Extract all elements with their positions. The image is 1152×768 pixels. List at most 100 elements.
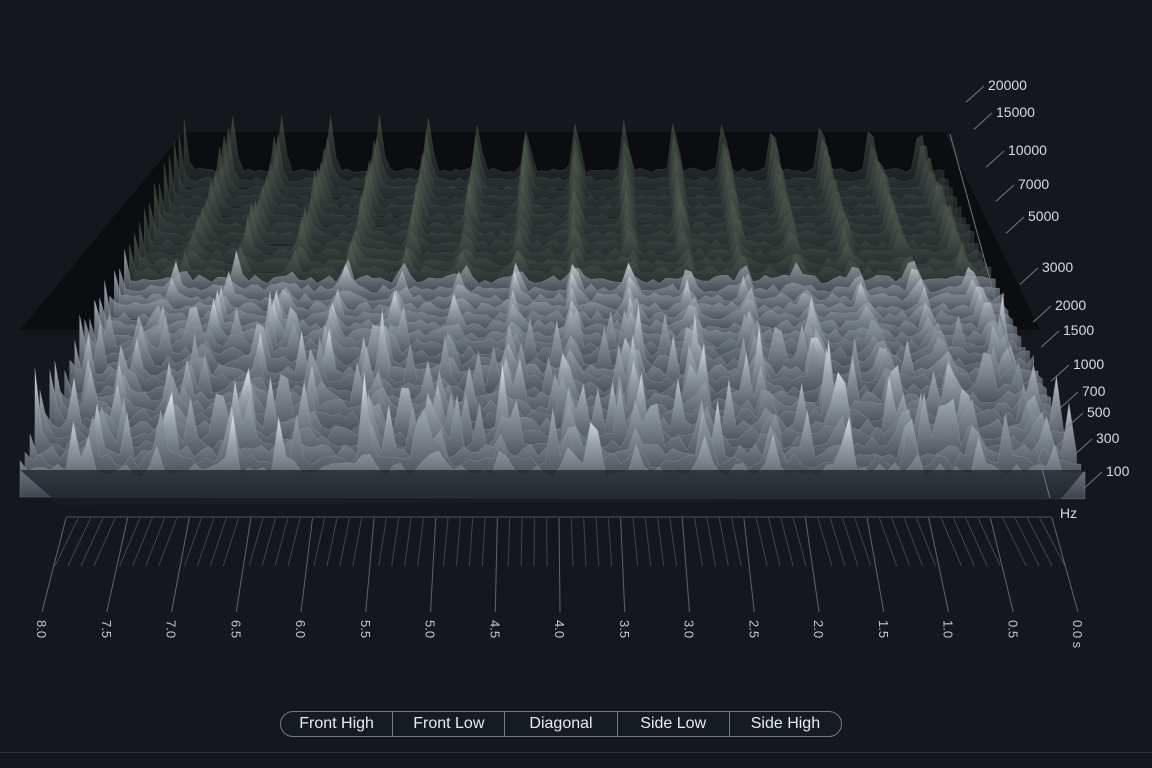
time-tick-label: 6.5 <box>228 620 243 638</box>
frequency-tick-label: 10000 <box>1008 142 1047 158</box>
time-axis-labels: 8.0 7.5 7.0 6.5 6.0 5.5 5.0 4.5 4.0 3.5 3.0 2.5 2.0 1… <box>34 620 1085 649</box>
time-grid-line <box>681 517 690 613</box>
time-grid-line <box>817 517 833 567</box>
time-grid-line <box>1026 517 1053 567</box>
time-tick-label: 0.5 <box>1005 620 1020 638</box>
time-grid-line <box>235 517 252 613</box>
time-grid-line <box>644 517 652 567</box>
frequency-tick-mark <box>995 184 1015 202</box>
time-grid-line <box>706 517 716 567</box>
side-high-button[interactable]: Side High <box>730 712 841 736</box>
time-grid-line <box>841 517 859 567</box>
frequency-tick-label: 5000 <box>1028 208 1059 224</box>
frequency-tick-label: 500 <box>1087 404 1111 420</box>
time-grid-line <box>669 517 678 567</box>
time-grid-line <box>80 517 104 567</box>
time-grid-line <box>287 517 301 567</box>
time-grid-line <box>657 517 665 567</box>
time-tick-label: 6.0 <box>293 620 308 638</box>
time-tick-label: 2.0 <box>811 620 826 638</box>
time-tick-label: 8.0 <box>34 620 49 638</box>
time-grid-line <box>93 517 116 567</box>
time-grid-line <box>1014 517 1040 567</box>
time-grid-line <box>965 517 988 567</box>
time-grid-line <box>977 517 1001 567</box>
frequency-tick-label: 1000 <box>1073 356 1104 372</box>
time-grid-line <box>755 517 768 567</box>
time-grid-line <box>792 517 807 567</box>
time-grid-line <box>481 517 486 567</box>
time-grid-line <box>494 517 498 613</box>
frequency-tick-mark <box>1032 305 1052 323</box>
frequency-tick-label: 2000 <box>1055 297 1086 313</box>
time-grid-line <box>694 517 703 567</box>
time-tick-label: 3.0 <box>682 620 697 638</box>
time-grid-line <box>743 517 755 613</box>
spectrogram-3d-view[interactable]: 20000 15000 10000 7000 5000 3000 2000 1500 1000 7… <box>0 0 1152 690</box>
surface-front-edge <box>20 470 1085 505</box>
time-grid-line <box>67 517 92 567</box>
spectrum-surface <box>19 115 1086 505</box>
time-grid-line <box>520 517 523 567</box>
time-grid-line <box>583 517 587 567</box>
time-grid-line <box>780 517 794 567</box>
time-tick-label: 2.5 <box>746 620 761 638</box>
time-grid <box>41 516 1079 613</box>
time-tick-label: 0.0 s <box>1070 620 1085 649</box>
time-grid-line <box>768 517 781 567</box>
time-tick-label: 7.0 <box>164 620 179 638</box>
time-grid-line <box>171 517 190 613</box>
time-grid-line <box>866 517 885 613</box>
time-grid-line <box>313 517 326 567</box>
view-mode-selector: Front High Front Low Diagonal Side Low S… <box>280 711 842 737</box>
bottom-divider <box>0 752 1152 753</box>
time-grid-line <box>718 517 729 567</box>
time-grid-line <box>300 517 313 613</box>
time-grid-line <box>455 517 461 567</box>
time-grid-line <box>183 517 203 567</box>
front-low-button[interactable]: Front Low <box>393 712 506 736</box>
time-grid-line <box>570 517 574 567</box>
frequency-tick-mark <box>973 112 993 130</box>
time-tick-label: 4.0 <box>552 620 567 638</box>
side-low-button[interactable]: Side Low <box>618 712 730 736</box>
time-grid-line <box>1002 517 1027 567</box>
frequency-tick-label: 100 <box>1106 463 1130 479</box>
time-grid-line <box>1051 517 1079 613</box>
frequency-tick-label: 700 <box>1082 383 1106 399</box>
time-grid-line <box>41 517 67 613</box>
frequency-tick-label: 15000 <box>996 104 1035 120</box>
diagonal-button[interactable]: Diagonal <box>505 712 618 736</box>
time-grid-line <box>391 517 400 567</box>
frequency-tick-label: 3000 <box>1042 259 1073 275</box>
time-grid-line <box>326 517 338 567</box>
frequency-tick-mark <box>1040 330 1060 348</box>
frequency-tick-mark <box>1005 216 1025 234</box>
time-grid-line <box>248 517 264 567</box>
frequency-tick-label: 20000 <box>988 77 1027 93</box>
frequency-tick-mark <box>1073 438 1093 456</box>
time-grid-line <box>209 517 227 567</box>
time-tick-label: 5.0 <box>423 620 438 638</box>
time-grid-line <box>352 517 363 567</box>
frequency-tick-mark <box>985 150 1005 168</box>
time-tick-label: 3.5 <box>617 620 632 638</box>
time-tick-label: 1.0 <box>941 620 956 638</box>
time-grid-line <box>805 517 820 613</box>
time-tick-label: 1.5 <box>876 620 891 638</box>
time-grid-line <box>196 517 215 567</box>
spectrogram-3d-app: 20000 15000 10000 7000 5000 3000 2000 1500 1000 7… <box>0 0 1152 768</box>
time-grid-line <box>404 517 412 567</box>
front-high-button[interactable]: Front High <box>281 712 394 736</box>
time-grid-line <box>507 517 511 567</box>
time-grid-line <box>607 517 613 567</box>
time-grid-line <box>940 517 962 567</box>
time-tick-label: 4.5 <box>487 620 502 638</box>
time-grid-line <box>54 517 79 567</box>
time-tick-label: 5.5 <box>358 620 373 638</box>
frequency-tick-mark <box>1050 364 1070 382</box>
frequency-unit-label: Hz <box>1060 505 1077 521</box>
frequency-tick-mark <box>1083 471 1103 489</box>
frequency-tick-mark <box>1019 267 1039 285</box>
frequency-tick-mark <box>965 85 985 103</box>
